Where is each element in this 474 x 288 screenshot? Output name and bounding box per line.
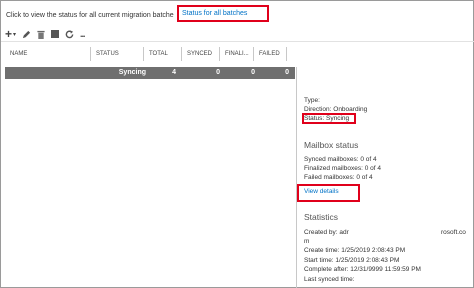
edit-button[interactable] bbox=[22, 28, 31, 40]
cell-name bbox=[5, 67, 91, 79]
more-icon: ... bbox=[80, 29, 85, 39]
column-header-finalized[interactable]: FINALI... bbox=[220, 47, 254, 61]
pencil-icon bbox=[22, 30, 31, 38]
detail-create-time: Create time: 1/25/2019 2:08:43 PM bbox=[304, 247, 406, 254]
mailbox-status-heading: Mailbox status bbox=[304, 140, 359, 150]
stop-button[interactable] bbox=[51, 28, 60, 40]
highlight-box bbox=[302, 113, 356, 124]
column-header-synced[interactable]: SYNCED bbox=[182, 47, 220, 61]
detail-finalized-mailboxes: Finalized mailboxes: 0 of 4 bbox=[304, 165, 381, 172]
highlight-box bbox=[177, 5, 269, 22]
detail-last-synced: Last synced time: bbox=[304, 276, 355, 283]
details-divider bbox=[296, 67, 297, 288]
refresh-button[interactable] bbox=[65, 28, 74, 40]
detail-created-by: Created by: adr bbox=[304, 229, 349, 236]
toolbar: + ▾ ... bbox=[5, 28, 85, 40]
detail-type: Type: bbox=[304, 97, 320, 104]
stop-icon bbox=[51, 30, 60, 38]
info-text: Click to view the status for all current… bbox=[6, 12, 174, 19]
column-header-status[interactable]: STATUS bbox=[91, 47, 144, 61]
cell-total: 4 bbox=[172, 69, 176, 76]
column-header-total[interactable]: TOTAL bbox=[144, 47, 182, 61]
grid-header: NAME STATUS TOTAL SYNCED FINALI... FAILE… bbox=[5, 47, 287, 61]
detail-synced-mailboxes: Synced mailboxes: 0 of 4 bbox=[304, 156, 377, 163]
column-header-name[interactable]: NAME bbox=[5, 47, 91, 61]
table-row[interactable]: Syncing 4 0 0 0 bbox=[5, 67, 295, 79]
detail-created-by-cont: m bbox=[304, 238, 310, 245]
trash-icon bbox=[37, 30, 45, 39]
column-header-failed[interactable]: FAILED bbox=[254, 47, 287, 61]
detail-direction: Direction: Onboarding bbox=[304, 106, 368, 113]
detail-start-time: Start time: 1/25/2019 2:08:43 PM bbox=[304, 257, 400, 264]
chevron-down-icon: ▾ bbox=[13, 31, 17, 38]
cell-synced: 0 bbox=[216, 69, 220, 76]
migration-panel: Click to view the status for all current… bbox=[0, 0, 474, 288]
delete-button[interactable] bbox=[37, 28, 45, 40]
highlight-box bbox=[297, 184, 360, 202]
cell-finalized: 0 bbox=[251, 69, 255, 76]
cell-failed: 0 bbox=[285, 69, 289, 76]
cell-status: Syncing bbox=[118, 69, 146, 76]
detail-created-by-domain: rosoft.co bbox=[441, 229, 466, 236]
more-button[interactable]: ... bbox=[80, 28, 85, 40]
refresh-icon bbox=[65, 29, 74, 38]
statistics-heading: Statistics bbox=[304, 212, 339, 222]
detail-complete-after: Complete after: 12/31/9999 11:59:59 PM bbox=[304, 266, 421, 273]
add-button[interactable]: + ▾ bbox=[5, 28, 16, 40]
plus-icon: + bbox=[5, 27, 13, 41]
detail-failed-mailboxes: Failed mailboxes: 0 of 4 bbox=[304, 174, 373, 181]
toolbar-divider bbox=[1, 41, 474, 42]
